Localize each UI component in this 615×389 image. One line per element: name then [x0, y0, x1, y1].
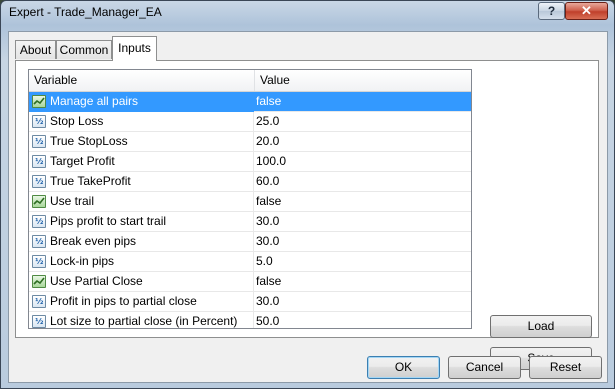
numeric-param-icon: ½: [32, 135, 46, 148]
variable-name: Lock-in pips: [50, 254, 115, 268]
reset-button[interactable]: Reset: [529, 356, 602, 379]
tab-common[interactable]: Common: [56, 40, 112, 59]
table-row[interactable]: ½ True TakeProfit 60.0: [29, 172, 471, 192]
value-cell[interactable]: 60.0: [254, 172, 471, 192]
variable-cell[interactable]: ½ Profit in pips to partial close: [29, 292, 254, 312]
numeric-param-icon: ½: [32, 115, 46, 128]
variable-cell[interactable]: ½ Lock-in pips: [29, 252, 254, 272]
numeric-param-icon: ½: [32, 175, 46, 188]
inputs-grid[interactable]: Variable Value Manage all pairs false ½ Sto…: [28, 69, 472, 329]
numeric-param-icon: ½: [32, 315, 46, 328]
variable-cell[interactable]: Use Partial Close: [29, 272, 254, 292]
table-row[interactable]: ½ Break even pips 30.0: [29, 232, 471, 252]
variable-cell[interactable]: Use trail: [29, 192, 254, 212]
value-cell[interactable]: 30.0: [254, 232, 471, 252]
numeric-param-icon: ½: [32, 255, 46, 268]
value-cell[interactable]: false: [254, 272, 471, 292]
value-cell[interactable]: 30.0: [254, 212, 471, 232]
variable-name: Break even pips: [50, 234, 137, 248]
table-row[interactable]: Use Partial Close false: [29, 272, 471, 292]
column-header-variable[interactable]: Variable: [29, 70, 254, 91]
inputs-panel: Variable Value Manage all pairs false ½ Sto…: [15, 60, 599, 370]
close-button[interactable]: ✕: [565, 2, 608, 20]
table-row[interactable]: ½ Profit in pips to partial close 30.0: [29, 292, 471, 312]
variable-cell[interactable]: ½ Break even pips: [29, 232, 254, 252]
variable-name: Lot size to partial close (in Percent): [50, 314, 238, 328]
numeric-param-icon: ½: [32, 295, 46, 308]
value-cell[interactable]: 30.0: [254, 292, 471, 312]
variable-name: Manage all pairs: [50, 94, 139, 108]
bool-param-icon: [32, 195, 46, 208]
dialog-client-area: About Common Inputs Variable Value Manag…: [8, 31, 608, 383]
variable-cell[interactable]: ½ True TakeProfit: [29, 172, 254, 192]
table-row[interactable]: ½ Lot size to partial close (in Percent) 5…: [29, 312, 471, 328]
tab-about[interactable]: About: [15, 40, 56, 59]
value-cell[interactable]: false: [254, 92, 471, 112]
value-cell[interactable]: 25.0: [254, 112, 471, 132]
numeric-param-icon: ½: [32, 155, 46, 168]
title-bar[interactable]: Expert - Trade_Manager_EA ? ✕: [1, 1, 614, 25]
table-row[interactable]: ½ Lock-in pips 5.0: [29, 252, 471, 272]
tab-inputs[interactable]: Inputs: [112, 36, 157, 61]
help-button[interactable]: ?: [538, 2, 565, 20]
column-header-value[interactable]: Value: [255, 70, 471, 91]
ok-button[interactable]: OK: [367, 356, 440, 379]
table-row[interactable]: ½ Pips profit to start trail 30.0: [29, 212, 471, 232]
variable-name: Stop Loss: [50, 114, 104, 128]
value-cell[interactable]: 5.0: [254, 252, 471, 272]
variable-cell[interactable]: ½ Lot size to partial close (in Percent): [29, 312, 254, 328]
variable-name: Use trail: [50, 194, 95, 208]
variable-cell[interactable]: ½ Pips profit to start trail: [29, 212, 254, 232]
variable-name: True TakeProfit: [50, 174, 131, 188]
variable-name: Profit in pips to partial close: [50, 294, 197, 308]
value-cell[interactable]: 20.0: [254, 132, 471, 152]
bool-param-icon: [32, 95, 46, 108]
variable-name: Target Profit: [50, 154, 115, 168]
bool-param-icon: [32, 275, 46, 288]
variable-cell[interactable]: ½ True StopLoss: [29, 132, 254, 152]
variable-name: Use Partial Close: [50, 274, 143, 288]
grid-header: Variable Value: [29, 70, 471, 92]
window-title: Expert - Trade_Manager_EA: [9, 5, 162, 19]
variable-name: True StopLoss: [50, 134, 128, 148]
cancel-button[interactable]: Cancel: [448, 356, 521, 379]
table-row[interactable]: ½ Target Profit 100.0: [29, 152, 471, 172]
load-button[interactable]: Load: [490, 315, 592, 338]
table-row[interactable]: Use trail false: [29, 192, 471, 212]
value-cell[interactable]: false: [254, 192, 471, 212]
variable-cell[interactable]: ½ Target Profit: [29, 152, 254, 172]
table-row[interactable]: ½ True StopLoss 20.0: [29, 132, 471, 152]
variable-name: Pips profit to start trail: [50, 214, 167, 228]
value-cell[interactable]: 50.0: [254, 312, 471, 328]
numeric-param-icon: ½: [32, 235, 46, 248]
numeric-param-icon: ½: [32, 215, 46, 228]
variable-cell[interactable]: ½ Stop Loss: [29, 112, 254, 132]
table-row[interactable]: ½ Stop Loss 25.0: [29, 112, 471, 132]
table-row[interactable]: Manage all pairs false: [29, 92, 471, 112]
expert-dialog: Expert - Trade_Manager_EA ? ✕ About Comm…: [0, 0, 615, 389]
value-cell[interactable]: 100.0: [254, 152, 471, 172]
variable-cell[interactable]: Manage all pairs: [29, 92, 254, 112]
